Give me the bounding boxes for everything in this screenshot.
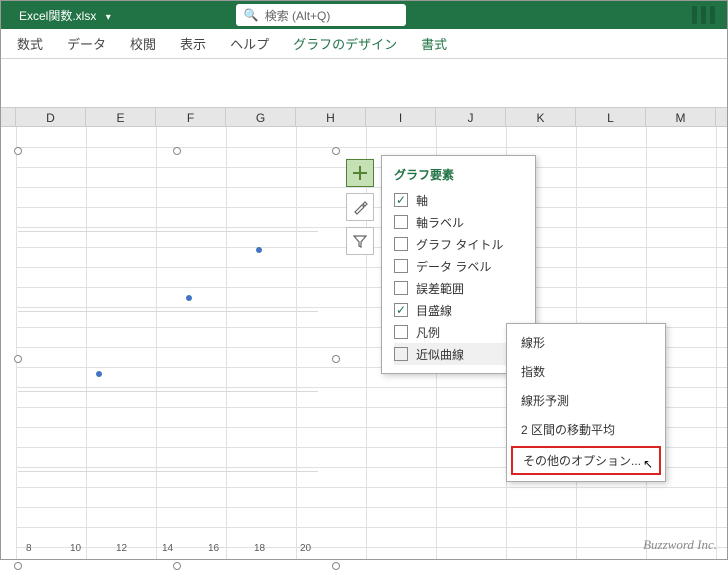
col-header[interactable]: J <box>436 108 506 126</box>
chk-gridlines[interactable]: 目盛線 <box>394 299 531 321</box>
chevron-down-icon: ▾ <box>106 12 111 23</box>
chk-axis-labels[interactable]: 軸ラベル <box>394 211 531 233</box>
filter-icon <box>352 233 368 249</box>
popup-title: グラフ要素 <box>394 166 531 183</box>
col-header[interactable]: L <box>576 108 646 126</box>
checkbox-icon <box>394 259 408 273</box>
search-placeholder: 検索 (Alt+Q) <box>265 7 331 24</box>
chart-plot-area[interactable]: 8 10 12 14 16 18 20 <box>18 151 336 566</box>
trendline-submenu: 線形 指数 線形予測 2 区間の移動平均 その他のオプション... ↖ <box>506 323 666 482</box>
chk-chart-title[interactable]: グラフ タイトル <box>394 233 531 255</box>
worksheet: D E F G H I J K L M 8 10 12 <box>1 59 727 559</box>
ribbon-tabs: 数式 データ 校閲 表示 ヘルプ グラフのデザイン 書式 <box>1 29 727 59</box>
col-header[interactable]: G <box>226 108 296 126</box>
tab-data[interactable]: データ <box>55 29 118 58</box>
chk-error-bars[interactable]: 誤差範囲 <box>394 277 531 299</box>
column-headers: D E F G H I J K L M <box>1 107 727 127</box>
tab-format[interactable]: 書式 <box>409 29 459 58</box>
submenu-moving-average[interactable]: 2 区間の移動平均 <box>507 415 665 444</box>
submenu-linear-forecast[interactable]: 線形予測 <box>507 386 665 415</box>
col-header[interactable]: M <box>646 108 716 126</box>
ribbon-collapse-icon <box>692 6 719 24</box>
data-point[interactable] <box>96 371 102 377</box>
checkbox-icon <box>394 347 408 361</box>
chk-axes[interactable]: 軸 <box>394 189 531 211</box>
tab-chart-design[interactable]: グラフのデザイン <box>281 29 409 58</box>
submenu-more-options[interactable]: その他のオプション... ↖ <box>511 446 661 475</box>
tab-help[interactable]: ヘルプ <box>218 29 281 58</box>
col-header[interactable]: I <box>366 108 436 126</box>
checkbox-icon <box>394 215 408 229</box>
col-header[interactable]: D <box>16 108 86 126</box>
chart-elements-button[interactable] <box>346 159 374 187</box>
search-icon: 🔍 <box>244 8 259 22</box>
checkbox-icon <box>394 237 408 251</box>
submenu-linear[interactable]: 線形 <box>507 328 665 357</box>
col-header[interactable]: F <box>156 108 226 126</box>
filename[interactable]: Excel関数.xlsx ▾ <box>9 7 161 24</box>
checkbox-icon <box>394 281 408 295</box>
data-point[interactable] <box>256 247 262 253</box>
tab-view[interactable]: 表示 <box>168 29 218 58</box>
chart-filter-button[interactable] <box>346 227 374 255</box>
x-tick: 20 <box>300 543 311 554</box>
col-header[interactable]: H <box>296 108 366 126</box>
search-box[interactable]: 🔍 検索 (Alt+Q) <box>236 4 406 26</box>
x-tick: 18 <box>254 543 265 554</box>
cursor-icon: ↖ <box>643 457 653 471</box>
tab-review[interactable]: 校閲 <box>118 29 168 58</box>
x-tick: 10 <box>70 543 81 554</box>
watermark: Buzzword Inc. <box>643 537 717 553</box>
filename-text: Excel関数.xlsx <box>19 9 96 23</box>
brush-icon <box>352 199 368 215</box>
data-point[interactable] <box>186 295 192 301</box>
x-tick: 12 <box>116 543 127 554</box>
plus-icon <box>352 165 368 181</box>
checkbox-icon <box>394 193 408 207</box>
submenu-exponential[interactable]: 指数 <box>507 357 665 386</box>
col-header[interactable]: E <box>86 108 156 126</box>
col-header[interactable]: K <box>506 108 576 126</box>
chart-styles-button[interactable] <box>346 193 374 221</box>
x-tick: 16 <box>208 543 219 554</box>
checkbox-icon <box>394 303 408 317</box>
chart-selection[interactable]: 8 10 12 14 16 18 20 <box>18 151 336 566</box>
select-all-corner[interactable] <box>1 108 16 126</box>
title-bar: Excel関数.xlsx ▾ 🔍 検索 (Alt+Q) <box>1 1 727 29</box>
chart-side-buttons <box>346 159 374 261</box>
x-tick: 8 <box>26 543 32 554</box>
checkbox-icon <box>394 325 408 339</box>
tab-formulas[interactable]: 数式 <box>5 29 55 58</box>
x-tick: 14 <box>162 543 173 554</box>
chk-data-labels[interactable]: データ ラベル <box>394 255 531 277</box>
